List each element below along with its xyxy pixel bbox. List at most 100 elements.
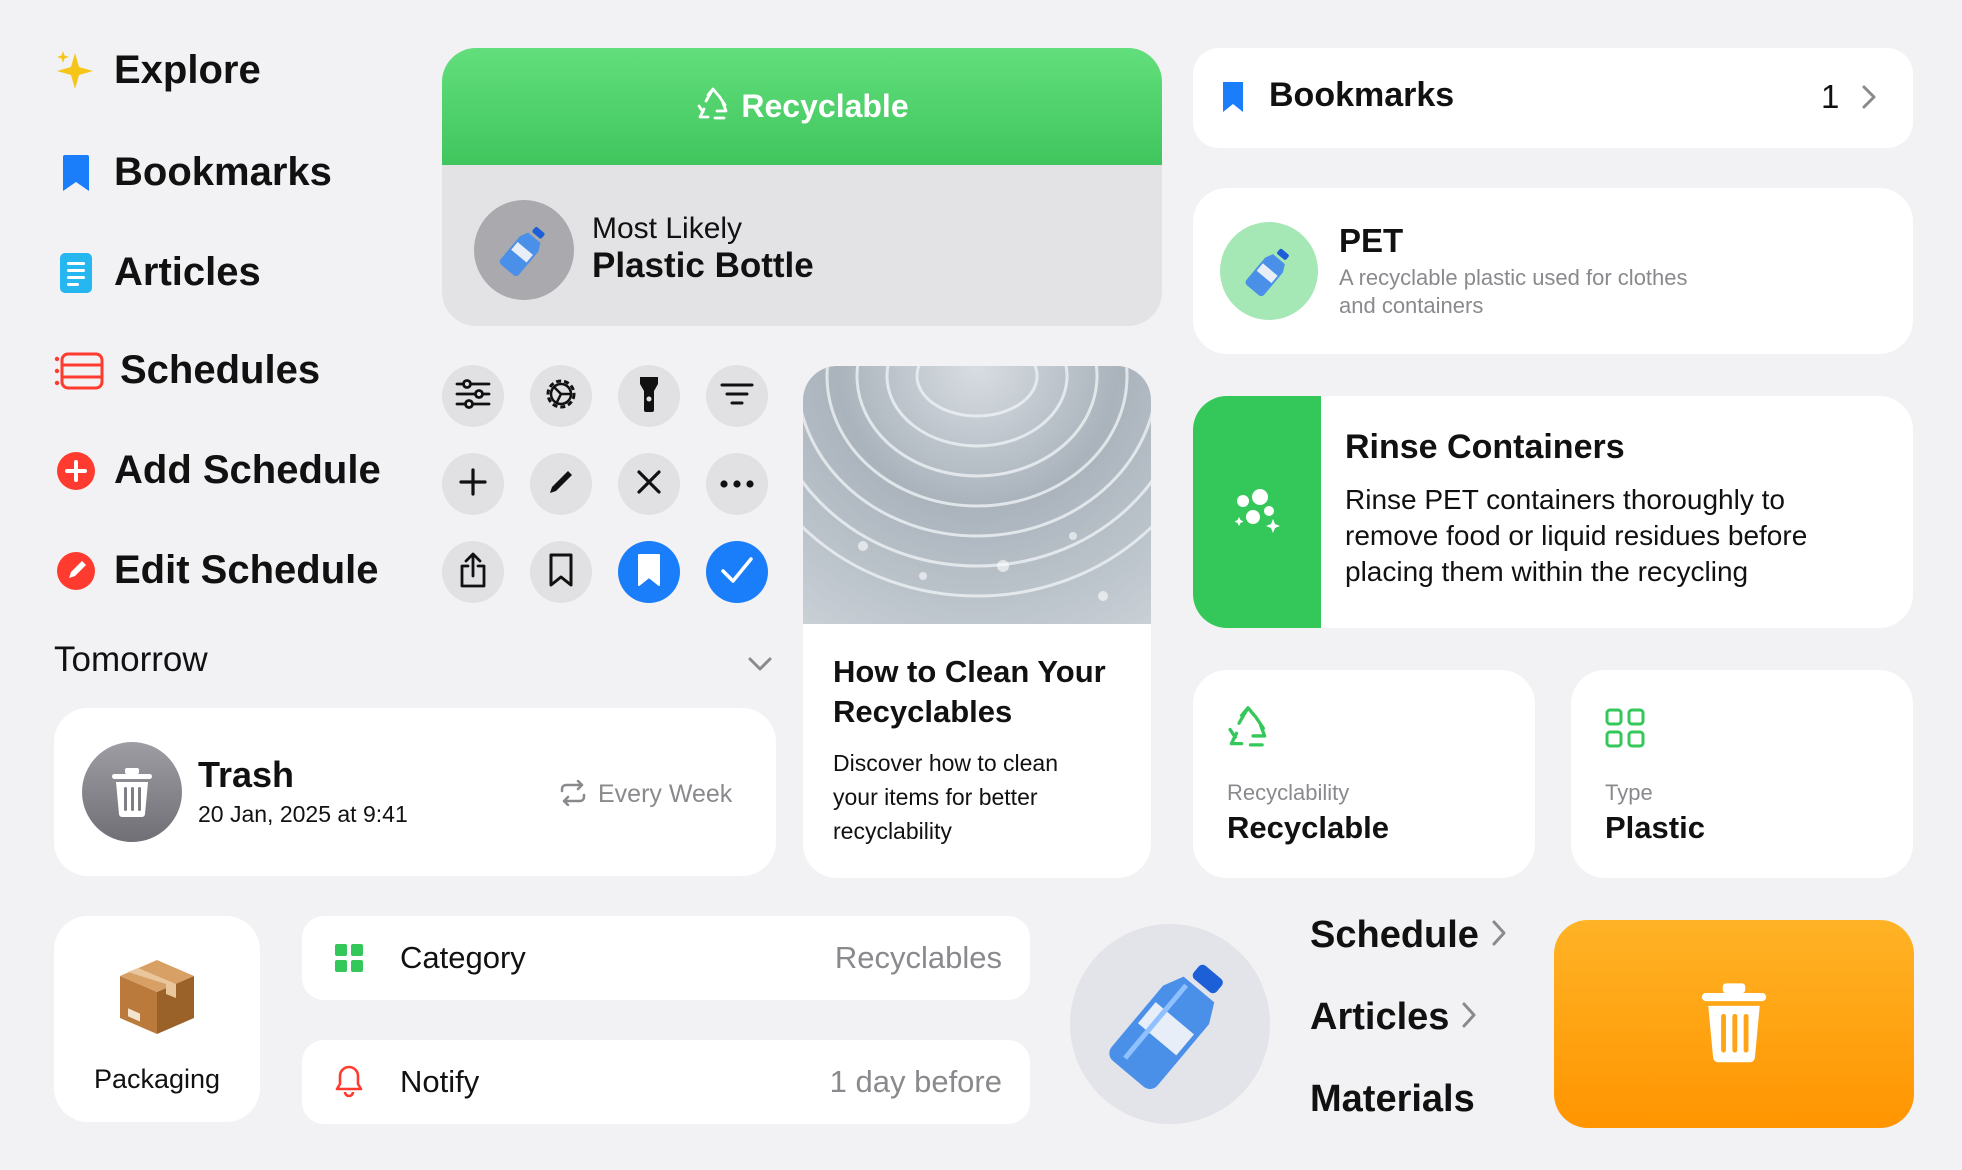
rinse-title: Rinse Containers xyxy=(1345,428,1625,466)
nav-link-schedule[interactable]: Schedule xyxy=(1310,914,1507,957)
article-card[interactable]: How to Clean Your Recyclables Discover h… xyxy=(803,366,1151,878)
recycle-icon xyxy=(695,86,731,127)
sidebar-item-label: Schedules xyxy=(120,348,321,392)
bell-icon xyxy=(334,1064,364,1103)
sliders-icon xyxy=(455,378,491,414)
schedule-card-trash[interactable]: Trash 20 Jan, 2025 at 9:41 Every Week xyxy=(54,708,776,876)
filter-lines-icon xyxy=(720,382,754,411)
checkmark-button[interactable] xyxy=(706,541,768,603)
bottle-icon xyxy=(1070,924,1270,1124)
bookmark-icon xyxy=(54,151,98,195)
rinse-card[interactable]: Rinse Containers Rinse PET containers th… xyxy=(1193,396,1913,628)
schedule-item-date: 20 Jan, 2025 at 9:41 xyxy=(198,801,408,827)
ellipsis-icon xyxy=(720,475,754,493)
bookmark-outline-button[interactable] xyxy=(530,541,592,603)
filter-button[interactable] xyxy=(706,365,768,427)
bookmarks-count: 1 xyxy=(1821,78,1840,115)
chevron-right-icon xyxy=(1461,1001,1477,1034)
packaging-label: Packaging xyxy=(93,1064,221,1094)
pet-description: A recyclable plastic used for clothes an… xyxy=(1339,265,1688,318)
notify-row[interactable]: Notify 1 day before xyxy=(302,1040,1030,1124)
grid-icon xyxy=(1605,708,1645,753)
sidebar-item-label: Explore xyxy=(114,48,261,92)
gear-icon xyxy=(542,375,580,418)
sidebar-item-explore[interactable]: Explore xyxy=(54,48,261,93)
sidebar-item-articles[interactable]: Articles xyxy=(54,250,261,295)
bottle-icon xyxy=(1220,222,1318,320)
chevron-right-icon xyxy=(1861,84,1877,115)
pencil-icon xyxy=(546,467,576,502)
nav-link-label: Schedule xyxy=(1310,914,1479,956)
recyclable-banner: Recyclable xyxy=(442,48,1162,165)
bottle-icon xyxy=(474,200,574,300)
plus-circle-icon xyxy=(54,449,98,493)
trash-icon xyxy=(1697,980,1771,1069)
tile-value: Plastic xyxy=(1605,810,1705,845)
rinse-icon-panel xyxy=(1193,396,1321,628)
bookmarks-row-label: Bookmarks xyxy=(1269,76,1455,114)
share-icon xyxy=(458,551,488,594)
nav-link-label: Articles xyxy=(1310,996,1450,1038)
pet-title: PET xyxy=(1339,222,1404,259)
packaging-tile[interactable]: Packaging xyxy=(54,916,260,1122)
category-row[interactable]: Category Recyclables xyxy=(302,916,1030,1000)
share-button[interactable] xyxy=(442,541,504,603)
sidebar-item-bookmarks[interactable]: Bookmarks xyxy=(54,150,332,195)
sidebar-item-label: Articles xyxy=(114,250,261,294)
sidebar-item-schedules[interactable]: Schedules xyxy=(54,348,320,393)
pencil-circle-icon xyxy=(54,549,98,593)
sidebar-item-label: Edit Schedule xyxy=(114,548,379,592)
close-icon xyxy=(635,468,663,501)
bookmark-outline-icon xyxy=(548,552,574,593)
close-button[interactable] xyxy=(618,453,680,515)
notify-label: Notify xyxy=(400,1064,480,1099)
tile-label: Type xyxy=(1605,780,1653,805)
delete-button[interactable] xyxy=(1554,920,1914,1128)
recyclability-tile[interactable]: Recyclability Recyclable xyxy=(1193,670,1535,878)
gear-button[interactable] xyxy=(530,365,592,427)
scan-subtitle: Most Likely xyxy=(592,212,743,245)
article-body: Discover how to clean your items for bet… xyxy=(833,750,1058,844)
category-label: Category xyxy=(400,940,526,975)
nav-link-articles[interactable]: Articles xyxy=(1310,996,1477,1039)
plus-icon xyxy=(458,467,488,502)
rinse-body: Rinse PET containers thoroughly to remov… xyxy=(1345,484,1808,587)
add-button[interactable] xyxy=(442,453,504,515)
chevron-down-icon[interactable] xyxy=(744,648,776,685)
article-title: How to Clean Your Recyclables xyxy=(833,654,1106,729)
scan-title: Plastic Bottle xyxy=(592,246,814,285)
sparkles-icon xyxy=(54,49,98,93)
more-button[interactable] xyxy=(706,453,768,515)
nav-link-label: Materials xyxy=(1310,1078,1475,1120)
list-icon xyxy=(54,349,104,393)
bookmark-filled-icon xyxy=(636,552,662,593)
banner-label: Recyclable xyxy=(741,88,909,124)
flashlight-button[interactable] xyxy=(618,365,680,427)
flashlight-icon xyxy=(638,375,660,418)
sliders-button[interactable] xyxy=(442,365,504,427)
tile-label: Recyclability xyxy=(1227,780,1350,805)
scan-result-card[interactable]: Recyclable Most Likely Plastic Bottle xyxy=(442,48,1162,326)
schedule-item-title: Trash xyxy=(198,754,295,795)
notify-value: 1 day before xyxy=(829,1064,1002,1099)
tile-value: Recyclable xyxy=(1227,810,1389,845)
document-icon xyxy=(54,251,98,295)
sidebar-item-add-schedule[interactable]: Add Schedule xyxy=(54,448,381,493)
nav-link-materials[interactable]: Materials xyxy=(1310,1078,1475,1121)
bubbles-icon xyxy=(1233,487,1281,538)
section-header-tomorrow: Tomorrow xyxy=(54,640,208,679)
type-tile[interactable]: Type Plastic xyxy=(1571,670,1913,878)
bookmark-icon xyxy=(1221,80,1245,119)
bookmark-filled-button[interactable] xyxy=(618,541,680,603)
box-icon xyxy=(114,954,200,1043)
repeat-icon xyxy=(558,779,588,811)
bookmarks-row[interactable]: Bookmarks 1 xyxy=(1193,48,1913,148)
recycle-icon xyxy=(1225,704,1271,755)
edit-button[interactable] xyxy=(530,453,592,515)
pet-card[interactable]: PET A recyclable plastic used for clothe… xyxy=(1193,188,1913,354)
checkmark-icon xyxy=(720,556,754,589)
bottle-bottom-image xyxy=(803,366,1151,624)
grid-filled-icon xyxy=(334,943,364,978)
sidebar-item-label: Add Schedule xyxy=(114,448,381,492)
sidebar-item-edit-schedule[interactable]: Edit Schedule xyxy=(54,548,379,593)
